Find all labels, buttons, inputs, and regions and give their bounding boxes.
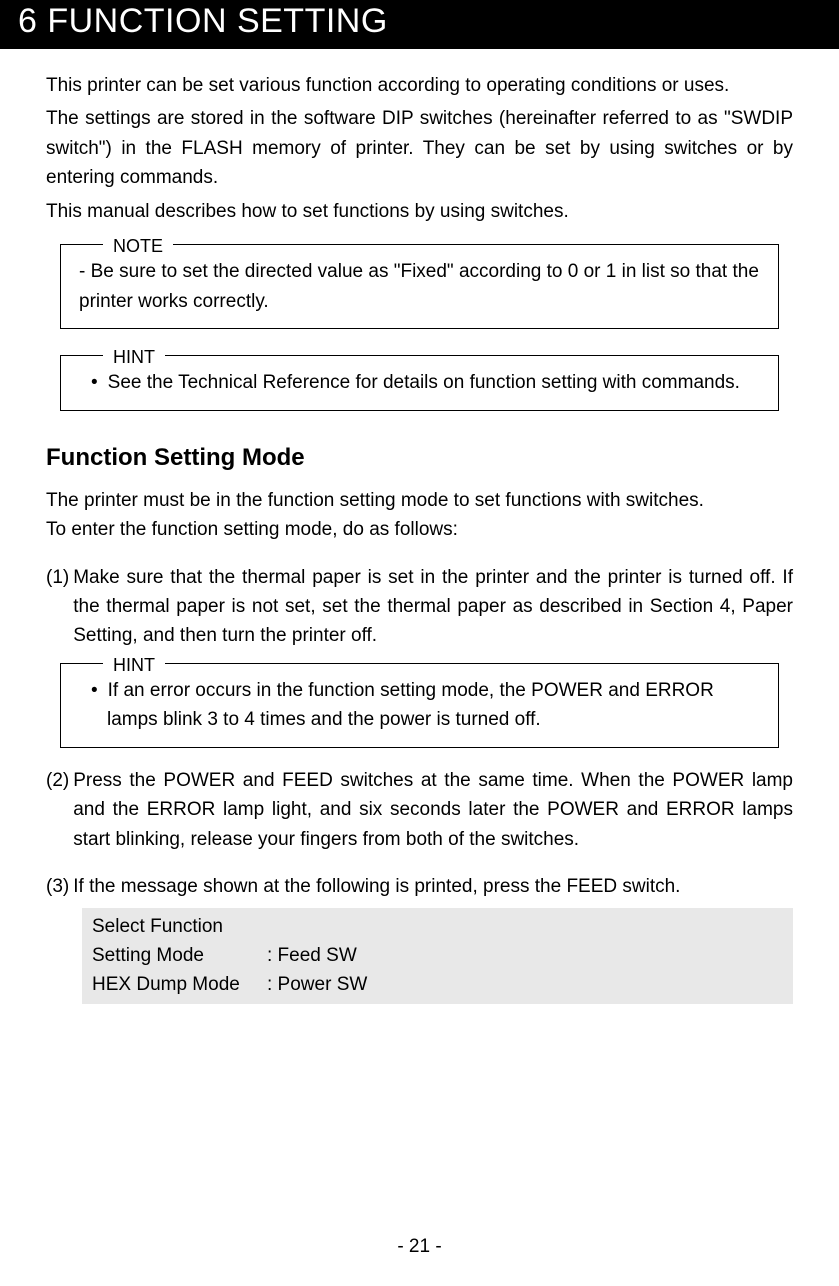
printout-row1-col1: Setting Mode xyxy=(92,941,267,970)
hint-label-2: HINT xyxy=(103,652,165,680)
intro-paragraph-1: This printer can be set various function… xyxy=(46,71,793,100)
step-3-text: If the message shown at the following is… xyxy=(73,872,793,901)
hint-2-bullet: If an error occurs in the function setti… xyxy=(79,676,760,735)
step-3-number: (3) xyxy=(46,872,73,901)
step-2: (2) Press the POWER and FEED switches at… xyxy=(46,766,793,854)
intro-paragraph-3: This manual describes how to set functio… xyxy=(46,197,793,226)
note-box: NOTE - Be sure to set the directed value… xyxy=(60,244,779,329)
step-2-text: Press the POWER and FEED switches at the… xyxy=(73,766,793,854)
section-title: Function Setting Mode xyxy=(46,439,793,476)
printout-row1-col2: : Feed SW xyxy=(267,941,357,970)
printout-row2-col1: HEX Dump Mode xyxy=(92,970,267,999)
note-label: NOTE xyxy=(103,233,173,261)
printout-line1: Select Function xyxy=(92,912,783,941)
hint-box-2: HINT If an error occurs in the function … xyxy=(60,663,779,748)
step-1-text: Make sure that the thermal paper is set … xyxy=(73,563,793,651)
printout-box: Select Function Setting Mode : Feed SW H… xyxy=(82,908,793,1004)
printout-row2: HEX Dump Mode : Power SW xyxy=(92,970,783,999)
hint-label-1: HINT xyxy=(103,344,165,372)
step-1-number: (1) xyxy=(46,563,73,651)
section-intro: The printer must be in the function sett… xyxy=(46,486,793,545)
intro-paragraph-2: The settings are stored in the software … xyxy=(46,104,793,192)
step-1: (1) Make sure that the thermal paper is … xyxy=(46,563,793,651)
printout-row1: Setting Mode : Feed SW xyxy=(92,941,783,970)
section-intro-line1: The printer must be in the function sett… xyxy=(46,486,793,515)
note-text: - Be sure to set the directed value as "… xyxy=(79,257,760,316)
section-intro-line2: To enter the function setting mode, do a… xyxy=(46,515,793,544)
hint-box-1: HINT See the Technical Reference for det… xyxy=(60,355,779,410)
step-2-number: (2) xyxy=(46,766,73,854)
page-content: This printer can be set various function… xyxy=(0,49,839,1004)
step-3: (3) If the message shown at the followin… xyxy=(46,872,793,901)
printout-row2-col2: : Power SW xyxy=(267,970,367,999)
page-number: - 21 - xyxy=(0,1236,839,1258)
chapter-header: 6 FUNCTION SETTING xyxy=(0,0,839,49)
hint-1-bullet: See the Technical Reference for details … xyxy=(79,368,760,397)
